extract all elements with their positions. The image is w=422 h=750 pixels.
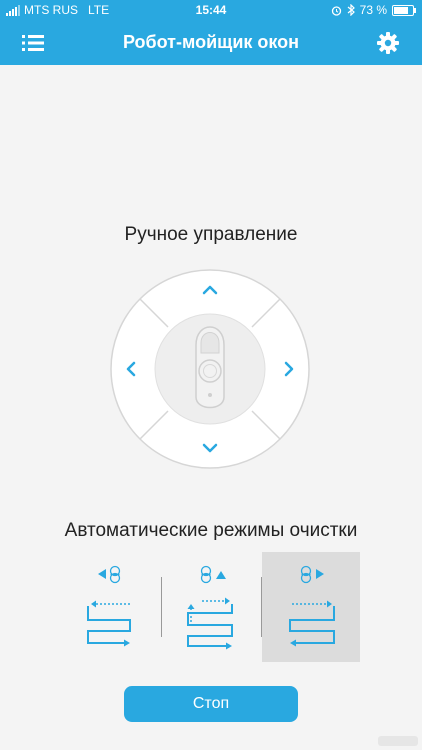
watermark-logo [378,736,418,746]
settings-button[interactable] [376,31,400,55]
mode-right-button[interactable] [262,552,360,662]
mode-left-icon [87,565,131,647]
robot-icon [195,326,225,409]
status-bar: MTS RUS LTE 15:44 73 % [0,0,422,20]
alarm-icon [331,5,341,16]
mode-right-icon [289,565,335,647]
stop-button[interactable]: Стоп [124,686,298,722]
status-right: 73 % [331,3,416,17]
bluetooth-icon [347,4,355,16]
direction-pad [110,269,310,469]
battery-icon [392,4,416,16]
mode-up-button[interactable] [162,552,260,662]
manual-control-title: Ручное управление [124,224,298,245]
gear-icon [377,32,399,54]
auto-mode-selector [64,552,360,662]
auto-modes-title: Автоматические режимы очистки [64,520,358,541]
mode-left-button[interactable] [64,552,162,662]
page-title: Робот-мойщик окон [122,32,300,52]
mode-up-icon [187,565,233,650]
battery-percent: 73 % [359,3,387,17]
app-header: Робот-мойщик окон [0,20,422,65]
